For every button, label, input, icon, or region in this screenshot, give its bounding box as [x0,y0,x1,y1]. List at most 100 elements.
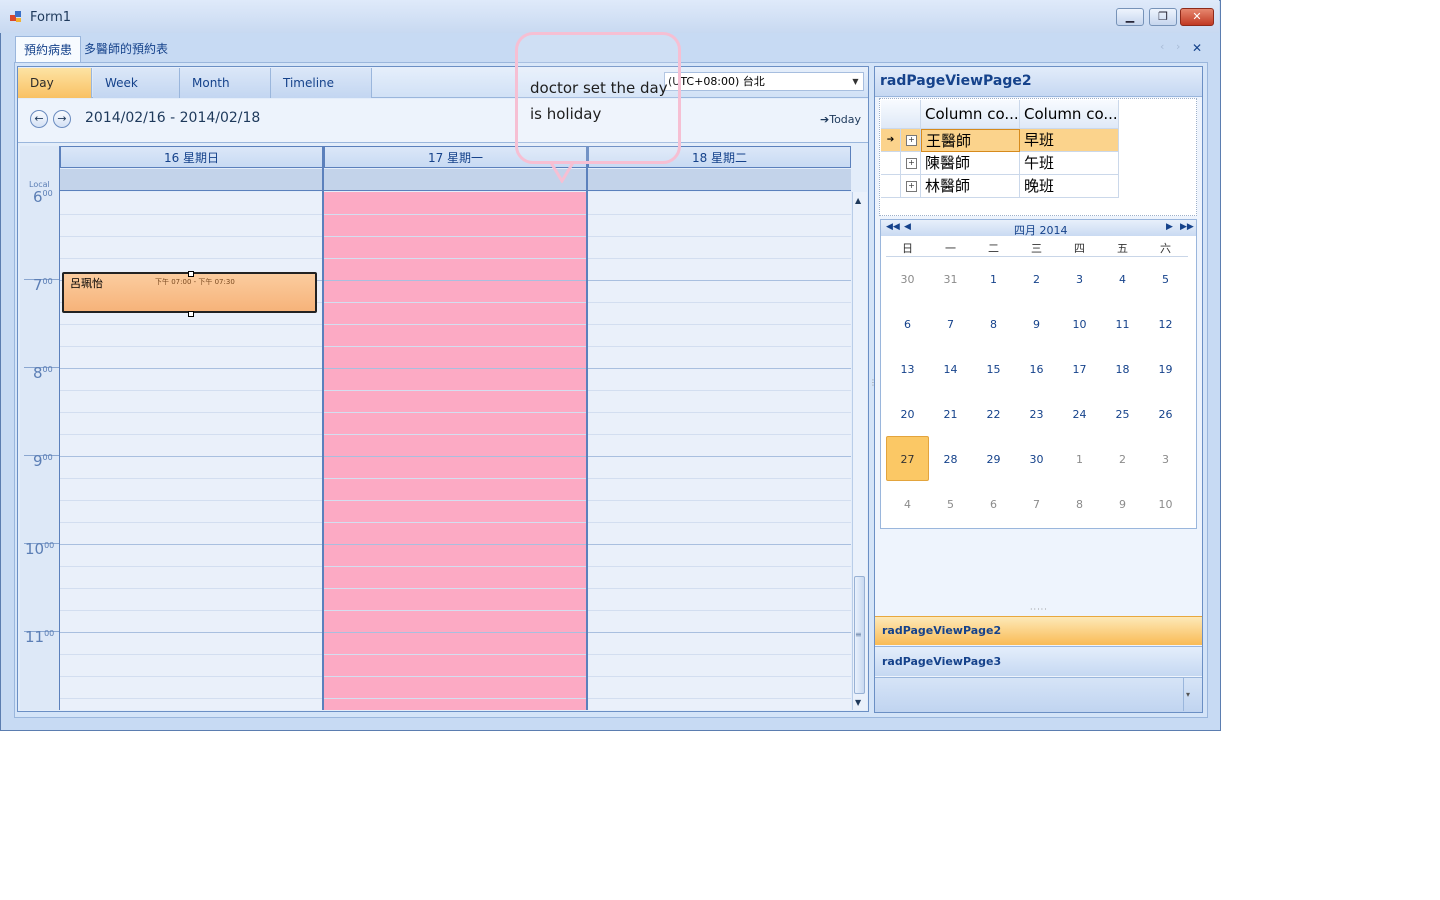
grid-cell-shift[interactable]: 早班 [1020,129,1119,152]
ruler-line [24,433,59,434]
close-icon: ✕ [1192,10,1202,23]
calendar-day[interactable]: 4 [886,498,929,511]
tab-scroll-right-icon[interactable]: › [1176,40,1180,53]
calendar-day[interactable]: 26 [1144,408,1187,421]
calendar-day[interactable]: 7 [1015,498,1058,511]
calendar-day[interactable]: 28 [929,453,972,466]
ruler-line [24,389,59,390]
grid-cell-shift[interactable]: 午班 [1020,152,1119,175]
grid-cell-doctor[interactable]: 王醫師 [921,129,1020,152]
maximize-button[interactable]: ❐ [1149,8,1177,26]
resize-handle-top[interactable] [188,271,194,277]
grid-row-expander[interactable]: + [901,152,921,175]
calendar-day[interactable]: 13 [886,363,929,376]
panel-resize-grip-icon[interactable]: ····· [1030,605,1048,614]
calendar-day[interactable]: 6 [886,318,929,331]
all-day-area[interactable] [60,169,851,191]
calendar-day[interactable]: 6 [972,498,1015,511]
slot-line [60,500,851,501]
calendar-day[interactable]: 11 [1101,318,1144,331]
grid-cell-doctor[interactable]: 林醫師 [921,175,1020,198]
calendar-day[interactable]: 30 [1015,453,1058,466]
row-indicator[interactable] [881,152,901,175]
day-header[interactable]: 16 星期日 [60,146,323,168]
row-indicator[interactable] [881,175,901,198]
calendar-day[interactable]: 8 [972,318,1015,331]
today-button[interactable]: ➔Today [820,113,861,126]
calendar-day[interactable]: 17 [1058,363,1101,376]
title-bar[interactable] [0,0,1219,33]
calendar-day[interactable]: 14 [929,363,972,376]
slot-line [60,346,851,347]
weekday-label: 五 [1117,242,1128,255]
week-view-button[interactable]: Week View [93,68,180,120]
tab-multi-doctor-schedule[interactable]: 多醫師的預約表 [76,36,176,62]
prev-month-icon[interactable]: ◀ [904,222,911,232]
calendar-day[interactable]: 7 [929,318,972,331]
timeline-view-button[interactable]: Timeline View [271,68,372,120]
row-indicator-icon[interactable]: ➔ [881,129,901,152]
resize-handle-bottom[interactable] [188,311,194,317]
calendar-day[interactable]: 10 [1144,498,1187,511]
grid-row-expander[interactable]: + [901,129,921,152]
next-month-icon[interactable]: ▶ [1166,222,1173,232]
column-header[interactable]: Column co... [921,100,1020,129]
fast-back-icon[interactable]: ◀◀ [886,222,900,232]
calendar-day[interactable]: 3 [1058,273,1101,286]
previous-button[interactable]: ← [30,110,48,128]
grip-icon: ≡ [855,630,862,639]
calendar-day[interactable]: 25 [1101,408,1144,421]
calendar-day[interactable]: 1 [1058,453,1101,466]
expand-icon: + [906,135,917,146]
ruler-line [24,345,59,346]
calendar-day[interactable]: 4 [1101,273,1144,286]
calendar-day[interactable]: 5 [929,498,972,511]
calendar-day[interactable]: 5 [1144,273,1187,286]
grid-cell-shift[interactable]: 晚班 [1020,175,1119,198]
overflow-chevron-icon[interactable]: ▾ [1186,690,1190,699]
restore-icon: ❐ [1158,10,1168,23]
close-button[interactable]: ✕ [1180,8,1214,26]
next-button[interactable]: → [53,110,71,128]
calendar-day[interactable]: 3 [1144,453,1187,466]
minimize-button[interactable]: ▁ [1116,8,1144,26]
calendar-day[interactable]: 9 [1015,318,1058,331]
date-range: 2014/02/16 - 2014/02/18 [85,110,261,126]
day-view-button[interactable]: Day View [18,68,92,120]
day-divider [586,146,588,710]
calendar-day[interactable]: 1 [972,273,1015,286]
calendar-day[interactable]: 12 [1144,318,1187,331]
fast-forward-icon[interactable]: ▶▶ [1180,222,1194,232]
calendar-day[interactable]: 18 [1101,363,1144,376]
calendar-day[interactable]: 19 [1144,363,1187,376]
month-view-button[interactable]: Month View [180,68,271,120]
calendar-day[interactable]: 2 [1015,273,1058,286]
calendar-day[interactable]: 15 [972,363,1015,376]
grid-cell-doctor[interactable]: 陳醫師 [921,152,1020,175]
timezone-select[interactable]: (UTC+08:00) 台北 [664,72,864,91]
calendar-month-title[interactable]: 四月 2014 [1014,222,1068,238]
calendar-day[interactable]: 16 [1015,363,1058,376]
calendar-day[interactable]: 2 [1101,453,1144,466]
calendar-day[interactable]: 10 [1058,318,1101,331]
calendar-day[interactable]: 9 [1101,498,1144,511]
calendar-day[interactable]: 31 [929,273,972,286]
tab-scroll-left-icon[interactable]: ‹ [1160,40,1164,53]
chevron-down-icon[interactable]: ▼ [848,73,863,90]
calendar-day[interactable]: 22 [972,408,1015,421]
calendar-day[interactable]: 30 [886,273,929,286]
calendar-day[interactable]: 23 [1015,408,1058,421]
grid-row-expander[interactable]: + [901,175,921,198]
calendar-day[interactable]: 29 [972,453,1015,466]
calendar-day[interactable]: 21 [929,408,972,421]
tab-appointment-patients[interactable]: 預約病患 [15,36,82,62]
calendar-day[interactable]: 8 [1058,498,1101,511]
calendar-day[interactable]: 20 [886,408,929,421]
calendar-day[interactable]: 27 [886,453,929,466]
splitter-grip-icon[interactable]: ⋮ [869,378,877,396]
scroll-up-icon[interactable]: ▲ [855,196,861,205]
tab-close-icon[interactable]: ✕ [1192,41,1202,55]
calendar-day[interactable]: 24 [1058,408,1101,421]
scroll-down-icon[interactable]: ▼ [855,698,861,707]
column-header[interactable]: Column co... [1020,100,1119,129]
